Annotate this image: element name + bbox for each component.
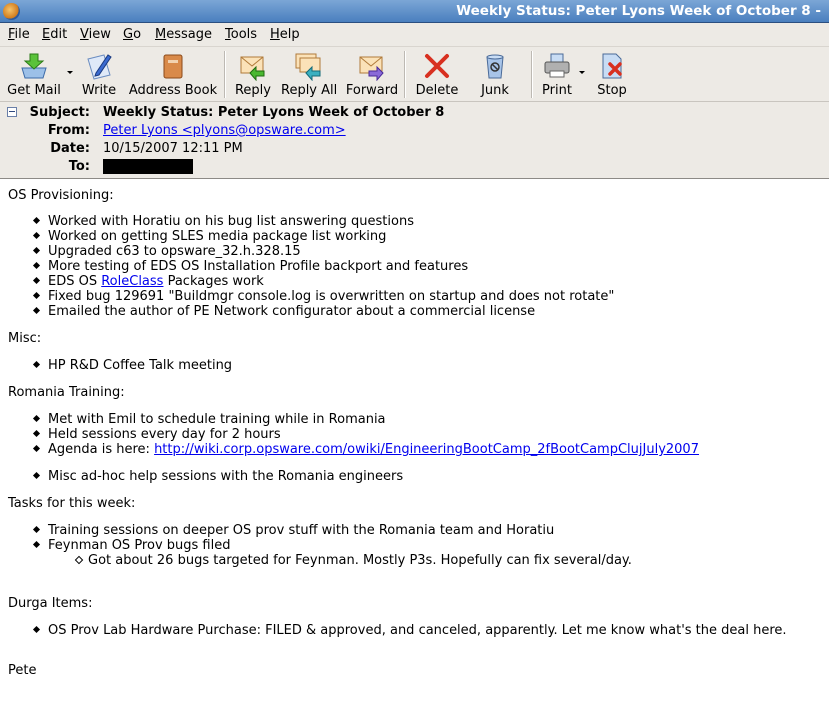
section-heading: Misc:	[8, 331, 42, 346]
section-heading: Durga Items:	[8, 596, 93, 611]
menu-help[interactable]: Help	[270, 27, 300, 42]
write-icon	[87, 54, 112, 80]
list-item: Training sessions on deeper OS prov stuf…	[48, 523, 632, 538]
window-title: Weekly Status: Peter Lyons Week of Octob…	[456, 3, 821, 19]
get-mail-dropdown-icon[interactable]	[67, 71, 73, 74]
toolbar-separator	[224, 51, 226, 98]
reply-all-icon	[295, 53, 321, 81]
collapse-header-icon[interactable]	[7, 107, 17, 117]
menu-edit[interactable]: Edit	[42, 27, 67, 42]
delete-button[interactable]: Delete	[413, 51, 461, 99]
message-body: OS Provisioning: Worked with Horatiu on …	[0, 180, 829, 707]
misc-list: HP R&D Coffee Talk meeting	[48, 358, 232, 373]
stop-button[interactable]: Stop	[594, 51, 630, 99]
junk-icon	[486, 54, 504, 79]
date-label: Date:	[50, 141, 90, 156]
title-bar: Weekly Status: Peter Lyons Week of Octob…	[0, 0, 829, 23]
list-item: Feynman OS Prov bugs filed	[48, 538, 632, 553]
address-book-icon	[163, 54, 183, 79]
list-item: Fixed bug 129691 "Buildmgr console.log i…	[48, 289, 615, 304]
subject-value: Weekly Status: Peter Lyons Week of Octob…	[103, 105, 445, 120]
reply-all-button[interactable]: Reply All	[281, 51, 337, 99]
to-redacted	[103, 159, 193, 174]
durga-list: OS Prov Lab Hardware Purchase: FILED & a…	[48, 623, 787, 638]
from-link[interactable]: Peter Lyons <plyons@opsware.com>	[103, 123, 346, 138]
print-icon	[544, 53, 570, 78]
menu-bar: File Edit View Go Message Tools Help	[0, 23, 829, 47]
message-header: Subject: Weekly Status: Peter Lyons Week…	[0, 102, 829, 179]
toolbar-separator	[531, 51, 533, 98]
delete-icon	[425, 54, 449, 78]
from-label: From:	[47, 123, 90, 138]
section-heading: Tasks for this week:	[8, 496, 136, 511]
list-item: Emailed the author of PE Network configu…	[48, 304, 614, 319]
list-item: More testing of EDS OS Installation Prof…	[48, 259, 614, 274]
list-item: Misc ad-hoc help sessions with the Roman…	[48, 469, 699, 484]
get-mail-button[interactable]: Get Mail	[5, 51, 63, 99]
write-button[interactable]: Write	[80, 51, 118, 99]
section-heading: OS Provisioning:	[8, 188, 114, 203]
get-mail-icon	[21, 53, 47, 79]
menu-tools[interactable]: Tools	[225, 27, 257, 42]
menu-message[interactable]: Message	[155, 27, 212, 42]
section-heading: Romania Training:	[8, 385, 125, 400]
menu-go[interactable]: Go	[123, 27, 141, 42]
list-item: Worked with Horatiu on his bug list answ…	[48, 214, 614, 229]
forward-icon	[359, 56, 384, 81]
list-item: Agenda is here: http://wiki.corp.opsware…	[48, 442, 699, 457]
toolbar-separator	[404, 51, 406, 98]
subject-label: Subject:	[29, 105, 90, 120]
agenda-link[interactable]: http://wiki.corp.opsware.com/owiki/Engin…	[154, 442, 699, 457]
address-book-button[interactable]: Address Book	[127, 51, 219, 99]
to-label: To:	[68, 159, 90, 174]
list-item: Met with Emil to schedule training while…	[48, 412, 699, 427]
toolbar: Get Mail Write Address Book Reply Reply …	[0, 47, 829, 102]
stop-icon	[602, 53, 622, 79]
tasks-list: Training sessions on deeper OS prov stuf…	[48, 523, 632, 568]
thunderbird-logo-icon[interactable]	[3, 3, 20, 20]
list-item: HP R&D Coffee Talk meeting	[48, 358, 233, 373]
junk-button[interactable]: Junk	[475, 51, 515, 99]
signature: Pete	[8, 663, 37, 678]
list-item: EDS OS RoleClass Packages work	[48, 274, 614, 289]
list-item: Worked on getting SLES media package lis…	[48, 229, 614, 244]
print-button[interactable]: Print	[538, 51, 576, 99]
reply-icon	[240, 56, 265, 81]
date-value: 10/15/2007 12:11 PM	[103, 141, 243, 156]
romania-list: Met with Emil to schedule training while…	[48, 412, 699, 484]
reply-button[interactable]: Reply	[233, 51, 273, 99]
list-item: Held sessions every day for 2 hours	[48, 427, 699, 442]
list-item: OS Prov Lab Hardware Purchase: FILED & a…	[48, 623, 787, 638]
sub-list-item: Got about 26 bugs targeted for Feynman. …	[48, 553, 632, 568]
menu-file[interactable]: File	[8, 27, 30, 42]
os-provisioning-list: Worked with Horatiu on his bug list answ…	[48, 214, 614, 319]
print-dropdown-icon[interactable]	[579, 71, 585, 74]
list-item: Upgraded c63 to opsware_32.h.328.15	[48, 244, 614, 259]
menu-view[interactable]: View	[80, 27, 111, 42]
forward-button[interactable]: Forward	[345, 51, 399, 99]
roleclass-link[interactable]: RoleClass	[101, 274, 163, 289]
